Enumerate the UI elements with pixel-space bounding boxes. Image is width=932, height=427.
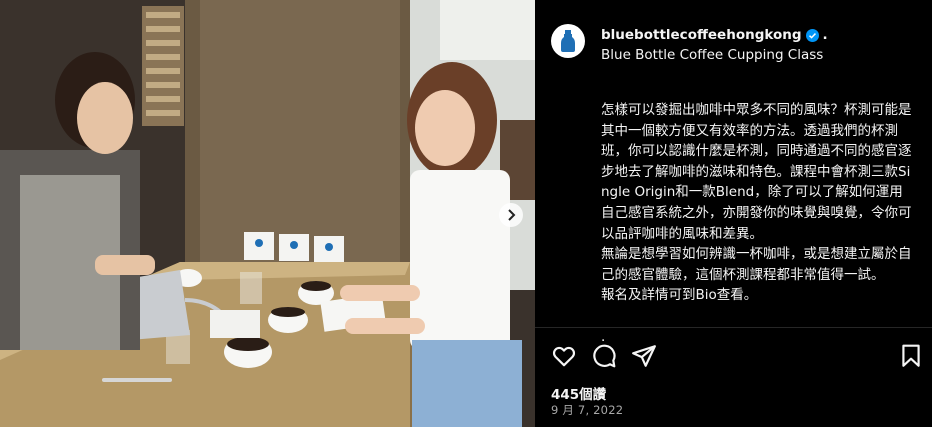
post-header: bluebottlecoffeehongkong . (601, 27, 828, 43)
action-bar (551, 343, 924, 369)
comment-bubble-icon[interactable] (591, 343, 617, 369)
blue-bottle-logo-icon (561, 30, 575, 52)
chevron-right-icon (508, 209, 516, 221)
avatar[interactable] (551, 24, 585, 58)
post-caption: 怎樣可以發掘出咖啡中眾多不同的風味？杯測可能是其中一個較方便又有效率的方法。透過… (601, 102, 912, 345)
heart-icon[interactable] (551, 343, 577, 369)
paper-plane-icon[interactable] (631, 343, 657, 369)
post-title: Blue Bottle Coffee Cupping Class (601, 47, 824, 63)
bookmark-icon[interactable] (898, 343, 924, 369)
username-link[interactable]: bluebottlecoffeehongkong (601, 27, 802, 43)
verified-badge-icon (805, 28, 819, 42)
likes-count[interactable]: 445個讚 (551, 383, 606, 403)
divider (535, 327, 932, 328)
cupping-class-photo (0, 0, 535, 427)
username-suffix: . (822, 27, 828, 43)
post-date[interactable]: 9 月 7, 2022 (551, 402, 623, 418)
post-image[interactable] (0, 0, 535, 427)
next-image-button[interactable] (499, 203, 523, 227)
post-details-panel: bluebottlecoffeehongkong . Blue Bottle C… (535, 0, 932, 427)
